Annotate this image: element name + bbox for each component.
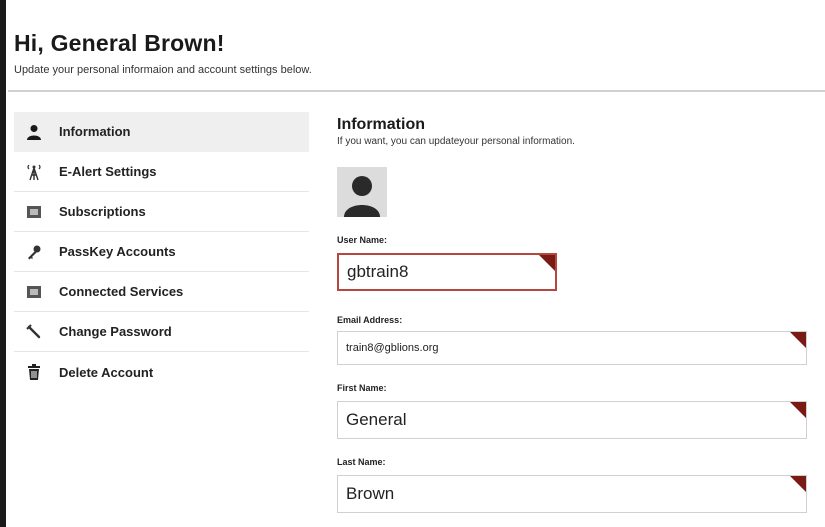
subscriptions-icon bbox=[24, 202, 44, 222]
trash-icon bbox=[24, 362, 44, 382]
sidebar-item-label: Subscriptions bbox=[59, 204, 146, 219]
field-corner-marker bbox=[790, 476, 806, 492]
username-field[interactable]: gbtrain8 bbox=[337, 253, 557, 291]
sidebar-item-label: E-Alert Settings bbox=[59, 164, 157, 179]
sidebar-item-label: Change Password bbox=[59, 324, 172, 339]
email-label: Email Address: bbox=[337, 315, 403, 325]
email-field[interactable]: train8@gblions.org bbox=[337, 331, 807, 365]
header-divider bbox=[8, 90, 825, 92]
sidebar-item-delete-account[interactable]: Delete Account bbox=[14, 352, 309, 392]
email-value: train8@gblions.org bbox=[346, 342, 439, 354]
first-name-field[interactable]: General bbox=[337, 401, 807, 439]
first-name-value: General bbox=[346, 410, 407, 429]
sidebar-item-label: PassKey Accounts bbox=[59, 244, 176, 259]
sidebar-item-label: Delete Account bbox=[59, 364, 154, 380]
information-panel: Information If you want, you can updatey… bbox=[337, 116, 817, 513]
sidebar-item-passkey-accounts[interactable]: PassKey Accounts bbox=[14, 232, 309, 272]
antenna-icon bbox=[24, 162, 44, 182]
sidebar-item-e-alert-settings[interactable]: E-Alert Settings bbox=[14, 152, 309, 192]
page-subtitle: Update your personal informaion and acco… bbox=[14, 64, 312, 76]
last-name-value: Brown bbox=[346, 484, 395, 503]
last-name-label: Last Name: bbox=[337, 457, 386, 467]
sidebar-item-information[interactable]: Information bbox=[14, 112, 309, 152]
last-name-field[interactable]: Brown bbox=[337, 475, 807, 513]
first-name-label: First Name: bbox=[337, 383, 387, 393]
key-icon bbox=[24, 242, 44, 262]
section-title: Information bbox=[337, 116, 425, 133]
sidebar-item-subscriptions[interactable]: Subscriptions bbox=[14, 192, 309, 232]
field-corner-marker bbox=[790, 402, 806, 418]
username-label: User Name: bbox=[337, 235, 388, 245]
field-corner-marker bbox=[790, 332, 806, 348]
sidebar-item-label: Connected Services bbox=[59, 284, 184, 299]
section-description: If you want, you can updateyour personal… bbox=[337, 136, 575, 147]
left-accent-bar bbox=[0, 0, 6, 527]
wrench-icon bbox=[24, 322, 44, 342]
sidebar-item-label: Information bbox=[59, 124, 131, 139]
avatar bbox=[337, 167, 387, 217]
connected-services-icon bbox=[24, 282, 44, 302]
page-header: Hi, General Brown! Update your personal … bbox=[14, 30, 312, 76]
page-title: Hi, General Brown! bbox=[14, 30, 225, 56]
sidebar: Information E-Alert Settings Subscriptio… bbox=[14, 112, 309, 392]
field-corner-marker bbox=[539, 255, 555, 271]
user-icon bbox=[24, 122, 44, 142]
sidebar-item-connected-services[interactable]: Connected Services bbox=[14, 272, 309, 312]
username-value: gbtrain8 bbox=[347, 262, 409, 281]
sidebar-item-change-password[interactable]: Change Password bbox=[14, 312, 309, 352]
